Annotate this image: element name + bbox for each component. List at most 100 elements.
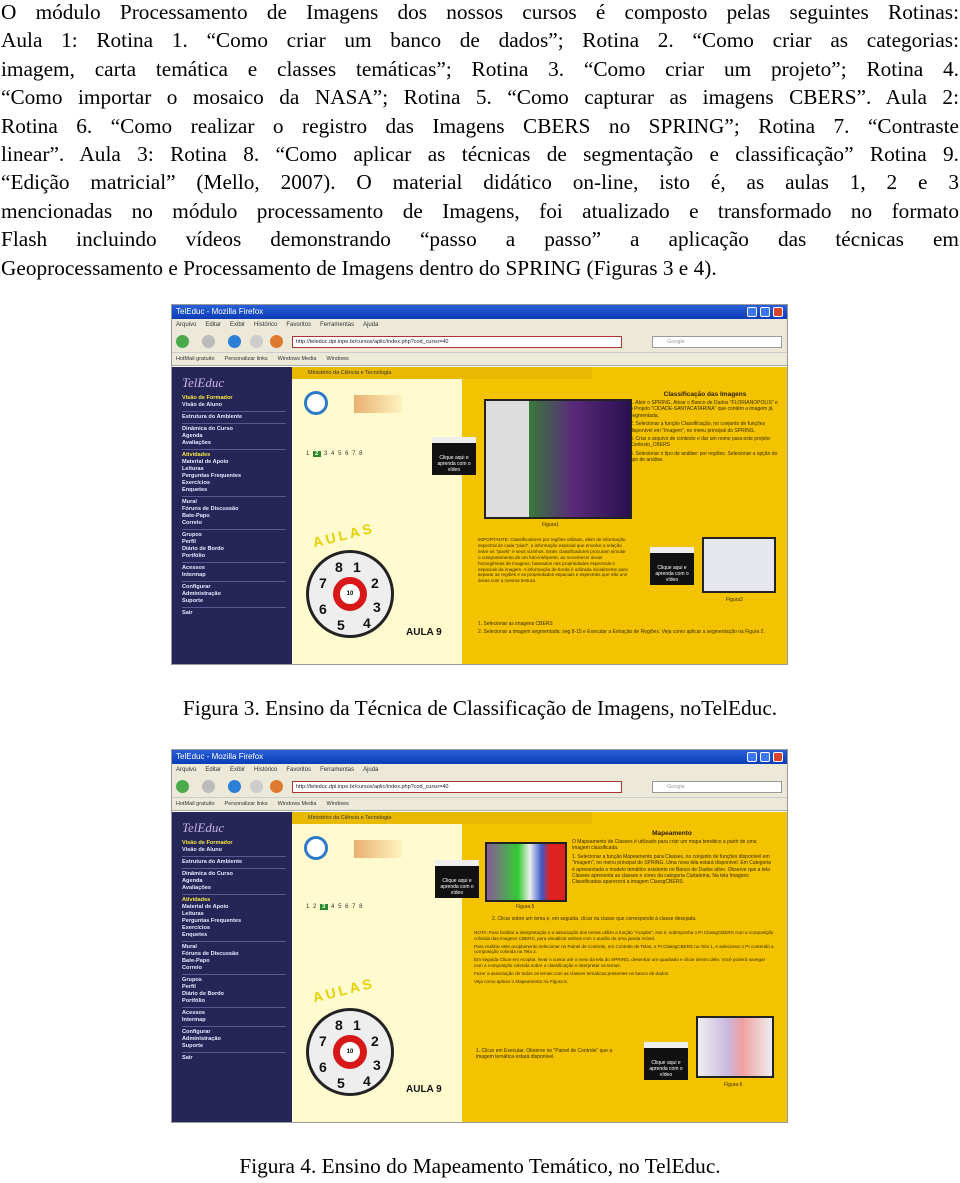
menu-item[interactable]: Favoritos	[286, 767, 311, 773]
video-button[interactable]: Clique aqui e aprenda com o vídeo	[644, 1042, 688, 1080]
sidebar-item[interactable]: Mural	[182, 499, 286, 506]
address-bar[interactable]: http://teleduc.dpi.inpe.br/cursos/aplic/…	[292, 781, 622, 793]
sidebar-item[interactable]: Enquetes	[182, 932, 286, 939]
forward-icon[interactable]	[202, 780, 215, 793]
sidebar-item[interactable]: Exercícios	[182, 480, 286, 487]
bookmark-link[interactable]: Windows	[326, 801, 348, 807]
sidebar-item[interactable]: Fóruns de Discussão	[182, 506, 286, 513]
sidebar-item[interactable]: Dinâmica do Curso	[182, 871, 286, 878]
wheel-number[interactable]: 6	[319, 1059, 327, 1075]
sidebar-item[interactable]: Grupos	[182, 532, 286, 539]
pager-page[interactable]: 5	[338, 904, 342, 910]
close-window-button[interactable]	[773, 752, 783, 762]
pager-page[interactable]: 2	[313, 451, 322, 457]
sidebar-item[interactable]: Agenda	[182, 433, 286, 440]
minimize-window-button[interactable]	[747, 307, 757, 317]
figure5-thumbnail[interactable]	[485, 842, 567, 902]
pager-page[interactable]: 2	[313, 904, 317, 910]
sidebar-item[interactable]: Estrutura do Ambiente	[182, 414, 286, 421]
sidebar-item[interactable]: Visão de Aluno	[182, 402, 286, 409]
pager-page[interactable]: 3	[324, 451, 328, 457]
bookmark-link[interactable]: Personalizar links	[225, 356, 268, 362]
sidebar-item[interactable]: Diário de Bordo	[182, 546, 286, 553]
reload-icon[interactable]	[228, 335, 241, 348]
sidebar-item[interactable]: Mural	[182, 944, 286, 951]
forward-icon[interactable]	[202, 335, 215, 348]
pager-page[interactable]: 4	[331, 451, 335, 457]
sidebar-item[interactable]: Atividades	[182, 452, 286, 459]
pager-page[interactable]: 5	[338, 451, 342, 457]
address-bar[interactable]: http://teleduc.dpi.inpe.br/cursos/aplic/…	[292, 336, 622, 348]
wheel-number[interactable]: 3	[373, 1057, 381, 1073]
close-window-button[interactable]	[773, 307, 783, 317]
sidebar-item[interactable]: Leituras	[182, 466, 286, 473]
sidebar-item[interactable]: Administração	[182, 591, 286, 598]
wheel-number[interactable]: 5	[337, 1075, 345, 1091]
sidebar-item[interactable]: Portfólio	[182, 998, 286, 1005]
menu-item[interactable]: Histórico	[254, 767, 277, 773]
back-icon[interactable]	[176, 335, 189, 348]
bookmark-link[interactable]: Windows Media	[278, 356, 317, 362]
video-button[interactable]: Clique aqui e aprenda com o vídeo	[432, 437, 476, 475]
stop-icon[interactable]	[250, 780, 263, 793]
video-button[interactable]: Clique aqui e aprenda com o vídeo	[650, 547, 694, 585]
menu-item[interactable]: Ajuda	[363, 767, 378, 773]
lesson-wheel[interactable]: 1 2 3 4 5 6 7 8 10	[306, 550, 394, 638]
sidebar-item[interactable]: Perguntas Frequentes	[182, 918, 286, 925]
lesson-wheel[interactable]: 1 2 3 4 5 6 7 8 10	[306, 1008, 394, 1096]
bookmark-link[interactable]: HotMail gratuito	[176, 801, 215, 807]
sidebar-item[interactable]: Bate-Papo	[182, 513, 286, 520]
back-icon[interactable]	[176, 780, 189, 793]
stop-icon[interactable]	[250, 335, 263, 348]
figure1-thumbnail[interactable]	[484, 399, 632, 519]
menu-item[interactable]: Favoritos	[286, 322, 311, 328]
menu-item[interactable]: Exibir	[230, 767, 245, 773]
video-button[interactable]: Clique aqui e aprenda com o vídeo	[435, 860, 479, 898]
menu-item[interactable]: Editar	[205, 322, 221, 328]
pager-page[interactable]: 3	[320, 904, 329, 910]
sidebar-item[interactable]: Avaliações	[182, 440, 286, 447]
menu-item[interactable]: Ferramentas	[320, 322, 354, 328]
sidebar-item[interactable]: Visão de Formador	[182, 395, 286, 402]
sidebar-item[interactable]: Suporte	[182, 1043, 286, 1050]
sidebar-item[interactable]: Perguntas Frequentes	[182, 473, 286, 480]
maximize-window-button[interactable]	[760, 752, 770, 762]
sidebar-item[interactable]: Diário de Bordo	[182, 991, 286, 998]
search-box[interactable]: Google	[652, 781, 782, 793]
sidebar-item[interactable]: Configurar	[182, 1029, 286, 1036]
wheel-number[interactable]: 4	[363, 615, 371, 631]
menu-item[interactable]: Ferramentas	[320, 767, 354, 773]
sidebar-item[interactable]: Visão de Formador	[182, 840, 286, 847]
wheel-number[interactable]: 7	[319, 1033, 327, 1049]
pager-page[interactable]: 6	[345, 904, 349, 910]
sidebar-item[interactable]: Exercícios	[182, 925, 286, 932]
menu-item[interactable]: Editar	[205, 767, 221, 773]
sidebar-item[interactable]: Bate-Papo	[182, 958, 286, 965]
sidebar-item[interactable]: Perfil	[182, 539, 286, 546]
menu-item[interactable]: Exibir	[230, 322, 245, 328]
pager-page[interactable]: 4	[331, 904, 335, 910]
sidebar-item[interactable]: Perfil	[182, 984, 286, 991]
sidebar-item[interactable]: Leituras	[182, 911, 286, 918]
sidebar-item[interactable]: Visão de Aluno	[182, 847, 286, 854]
wheel-number[interactable]: 2	[371, 575, 379, 591]
sidebar-item[interactable]: Intermap	[182, 1017, 286, 1024]
home-icon[interactable]	[270, 780, 283, 793]
sidebar-item[interactable]: Suporte	[182, 598, 286, 605]
sidebar-item[interactable]: Enquetes	[182, 487, 286, 494]
sidebar-item[interactable]: Configurar	[182, 584, 286, 591]
sidebar-item[interactable]: Portfólio	[182, 553, 286, 560]
wheel-number[interactable]: 1	[353, 1017, 361, 1033]
search-box[interactable]: Google	[652, 336, 782, 348]
menu-item[interactable]: Histórico	[254, 322, 277, 328]
figure2-thumbnail[interactable]	[702, 537, 776, 593]
sidebar-item[interactable]: Material de Apoio	[182, 459, 286, 466]
wheel-number[interactable]: 5	[337, 617, 345, 633]
sidebar-item[interactable]: Fóruns de Discussão	[182, 951, 286, 958]
wheel-number[interactable]: 4	[363, 1073, 371, 1089]
wheel-number[interactable]: 7	[319, 575, 327, 591]
sidebar-item[interactable]: Avaliações	[182, 885, 286, 892]
pager-page[interactable]: 8	[359, 904, 363, 910]
wheel-number[interactable]: 8	[335, 1017, 343, 1033]
pager-page[interactable]: 1	[306, 904, 310, 910]
